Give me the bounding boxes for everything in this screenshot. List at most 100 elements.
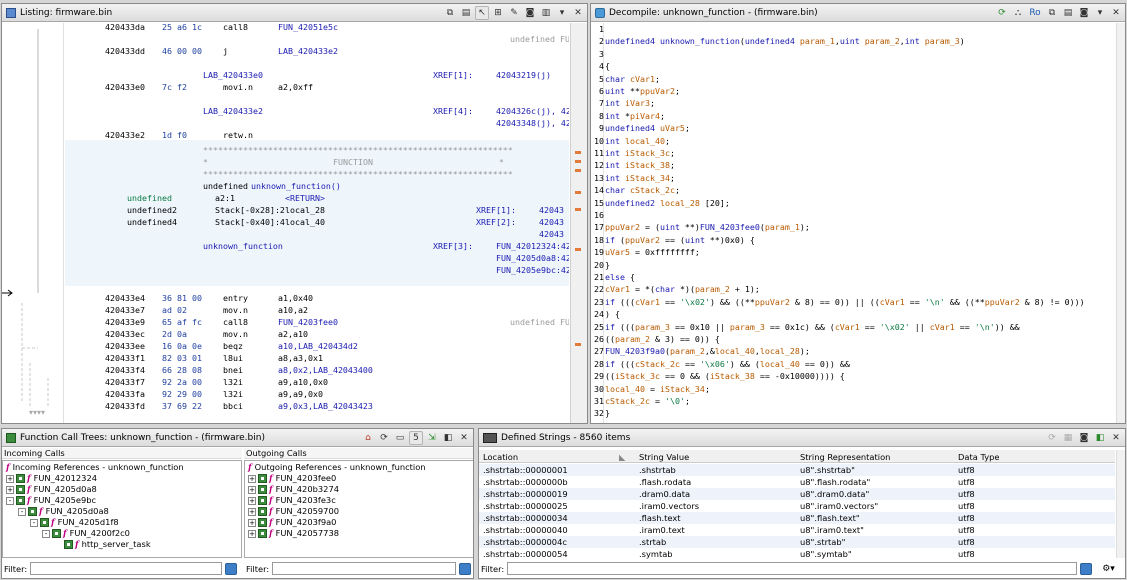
code-line[interactable]: ((iStack_3c == 0 && (iStack_38 == -0x100… — [605, 370, 845, 382]
code-line[interactable]: int iStack_3c; — [605, 147, 675, 159]
code-label[interactable]: LAB_420433e0 — [203, 69, 263, 81]
camera-icon[interactable]: ◙ — [1077, 431, 1091, 445]
refresh-icon[interactable]: ⟳ — [377, 431, 391, 445]
tree-item[interactable]: - f FUN_4200f2c0 — [42, 528, 130, 539]
depth-stepper[interactable]: 5 — [409, 431, 423, 445]
code-line[interactable]: ppuVar2 = (uint **)FUN_4203fee0(param_1)… — [605, 221, 810, 233]
table-row[interactable]: .shstrtab::0000000b .flash.rodata u8".flas… — [479, 476, 1115, 488]
tree-root[interactable]: f Outgoing References - unknown_function — [248, 462, 426, 473]
table-row[interactable]: .shstrtab::00000034 .flash.text u8".flash.… — [479, 512, 1115, 524]
layout-icon[interactable]: ▥ — [539, 6, 553, 20]
sort-icon[interactable]: ◣ — [619, 452, 625, 462]
operand[interactable]: FUN_4203fee0 — [278, 316, 338, 328]
xref-label[interactable]: XREF[1]: — [476, 204, 516, 216]
operand[interactable]: LAB_420433e2 — [278, 45, 338, 57]
tree-item[interactable]: + f FUN_4203fe3c — [248, 495, 336, 506]
code-line[interactable]: int local_40; — [605, 135, 670, 147]
address[interactable]: 420433da — [105, 23, 145, 33]
code-line[interactable]: cVar1 = FUN_42057738(*ppuVar2,&local_40,… — [605, 420, 870, 423]
camera-icon[interactable]: ◙ — [1077, 6, 1091, 20]
tree-item[interactable]: f http_server_task — [54, 539, 151, 550]
column-string-representation[interactable]: String Representation — [800, 452, 890, 462]
operand[interactable]: a8,a3,0x1 — [278, 352, 323, 364]
address[interactable]: 420433e4 — [105, 292, 145, 304]
operand[interactable]: a10,LAB_420434d2 — [278, 340, 358, 352]
table-row[interactable]: .shstrtab::00000001 .shstrtab u8".shstrtab… — [479, 464, 1115, 476]
address[interactable]: 420433e7 — [105, 304, 145, 316]
address[interactable]: 420433ee — [105, 340, 145, 352]
xref-label[interactable]: XREF[4]: — [433, 105, 473, 117]
code-line[interactable]: FUN_4203f9a0(param_2,&local_40,local_28)… — [605, 345, 810, 357]
camera-icon[interactable]: ◙ — [523, 6, 537, 20]
filter-icon[interactable]: ▭ — [393, 431, 407, 445]
copy-icon[interactable]: ⧉ — [1045, 6, 1059, 20]
filter-options-icon[interactable] — [225, 562, 238, 575]
close-icon[interactable]: ✕ — [571, 6, 585, 20]
code-line[interactable]: cVar1 = *(char *)(param_2 + 1); — [605, 283, 760, 295]
xref-value[interactable]: 42043348(j), 42 — [496, 117, 569, 129]
decompile-scrollbar[interactable] — [1116, 23, 1125, 423]
xref-value[interactable]: FUN_42012324:42 — [496, 240, 569, 252]
table-row[interactable]: .shstrtab::00000019 .dram0.data u8".dram0.… — [479, 488, 1115, 500]
operand[interactable]: a9,0x3,LAB_42043423 — [278, 400, 373, 412]
snapshot-icon[interactable]: ◧ — [441, 431, 455, 445]
ro-label[interactable]: Ro — [1027, 6, 1043, 20]
expand-toggle[interactable]: + — [248, 474, 256, 483]
xref-label[interactable]: XREF[2]: — [476, 216, 516, 228]
close-icon[interactable]: ✕ — [1109, 6, 1123, 20]
address[interactable]: 420433f7 — [105, 376, 145, 388]
xref-label[interactable]: XREF[1]: — [433, 69, 473, 81]
column-data-type[interactable]: Data Type — [958, 452, 1000, 462]
address[interactable]: 420433fd — [105, 400, 145, 412]
address[interactable]: 420433e9 — [105, 316, 145, 328]
xref-label[interactable]: XREF[3]: — [433, 240, 473, 252]
close-icon[interactable]: ✕ — [1109, 431, 1123, 445]
table-row[interactable]: .shstrtab::00000025 .iram0.vectors u8".ira… — [479, 500, 1115, 512]
strings-scrollbar[interactable] — [1116, 450, 1125, 558]
outgoing-tree[interactable]: f Outgoing References - unknown_function +… — [244, 460, 473, 558]
decompiled-code[interactable]: undefined4 unknown_function(undefined4 p… — [605, 23, 1115, 423]
column-location[interactable]: Location — [483, 452, 518, 462]
address[interactable]: 420433e0 — [105, 81, 145, 93]
code-line[interactable]: int iStack_38; — [605, 159, 675, 171]
code-line[interactable]: } — [605, 259, 610, 271]
code-line[interactable]: } — [605, 407, 610, 419]
expand-toggle[interactable]: + — [248, 485, 256, 494]
settings-icon[interactable]: ⚙▾ — [1102, 564, 1115, 574]
tree-item[interactable]: - f FUN_4205d1f8 — [30, 517, 119, 528]
xref-value[interactable]: 42043219(j) — [496, 69, 551, 81]
operand[interactable]: a1,0x40 — [278, 292, 313, 304]
table-row[interactable]: .shstrtab::0000004c .strtab u8".strtab" utf… — [479, 536, 1115, 548]
code-line[interactable]: uint **ppuVar2; — [605, 85, 680, 97]
operand[interactable]: FUN_42051e5c — [278, 23, 338, 33]
tree-item[interactable]: - f FUN_4205e9bc — [6, 495, 96, 506]
tree-root[interactable]: f Incoming References - unknown_function — [6, 462, 184, 473]
tree-item[interactable]: + f FUN_420b3274 — [248, 484, 339, 495]
incoming-tree[interactable]: f Incoming References - unknown_function +… — [2, 460, 242, 558]
address[interactable]: 420433f1 — [105, 352, 145, 364]
incoming-filter-input[interactable] — [30, 562, 223, 575]
tree-item[interactable]: + f FUN_42059700 — [248, 506, 339, 517]
code-line[interactable]: uVar5 = 0xffffffff; — [605, 246, 700, 258]
operand[interactable]: a2,0xff — [278, 81, 313, 93]
clear-icon[interactable]: ▦ — [1061, 431, 1075, 445]
expand-toggle[interactable]: + — [6, 474, 14, 483]
address[interactable]: 420433e2 — [105, 129, 145, 141]
operand[interactable]: a10,a2 — [278, 304, 308, 316]
filter-options-icon[interactable] — [459, 562, 472, 575]
xref-value[interactable]: FUN_4205e9bc:42 — [496, 264, 569, 276]
snapshot-icon[interactable]: ◧ — [1093, 431, 1107, 445]
expand-toggle[interactable]: - — [42, 529, 50, 538]
code-line[interactable]: int iVar3; — [605, 97, 655, 109]
column-string-value[interactable]: String Value — [639, 452, 689, 462]
xref-value[interactable]: 42043 — [539, 216, 564, 228]
function-label[interactable]: unknown_function — [203, 240, 283, 252]
code-line[interactable]: undefined4 unknown_function(undefined4 p… — [605, 35, 965, 47]
code-line[interactable]: if (ppuVar2 == (uint **)0x0) { — [605, 234, 755, 246]
code-line[interactable]: undefined2 local_28 [20]; — [605, 197, 730, 209]
listing-code[interactable]: 420433da 25 a6 1c call8 FUN_42051e5c undefin… — [65, 23, 569, 423]
table-row[interactable]: .shstrtab::00000040 .iram0.text u8".iram0.… — [479, 524, 1115, 536]
listing-scrollbar[interactable] — [570, 23, 587, 423]
operand[interactable]: a2,a10 — [278, 328, 308, 340]
copy-icon[interactable]: ⧉ — [443, 6, 457, 20]
